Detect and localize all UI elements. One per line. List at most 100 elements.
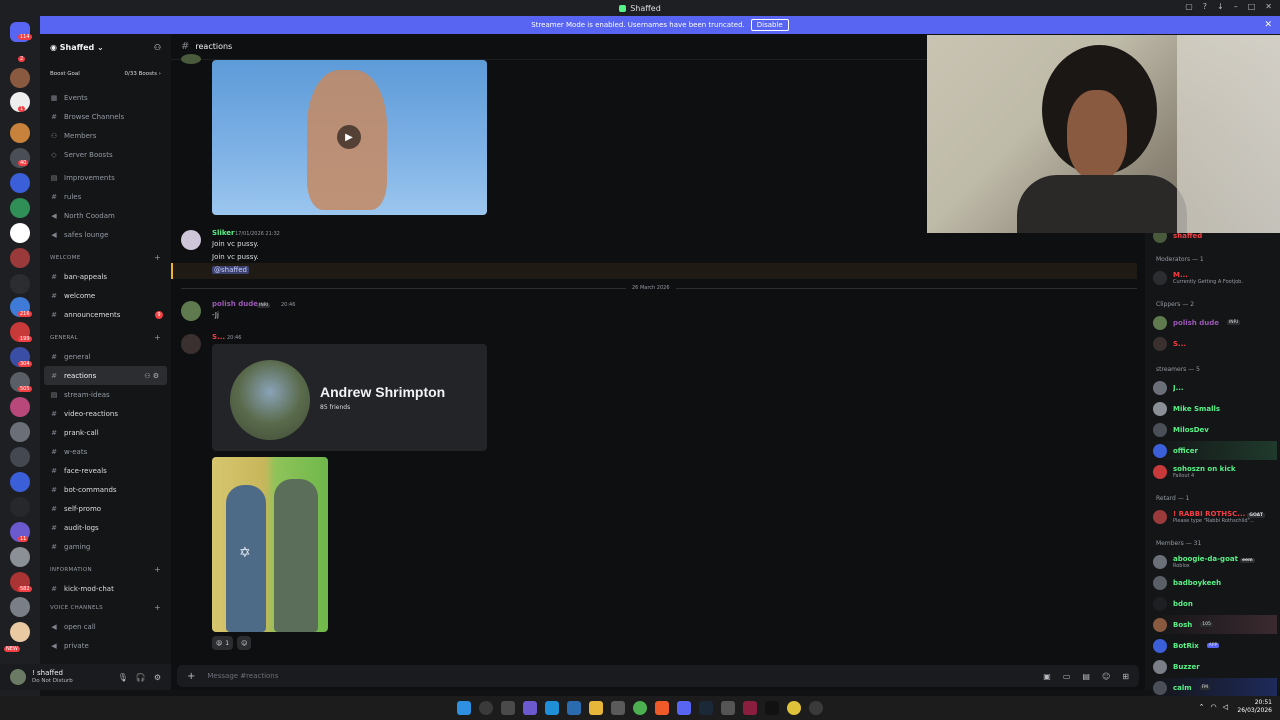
discord-icon[interactable] — [677, 701, 691, 715]
edge-icon[interactable] — [545, 701, 559, 715]
video-embed[interactable]: ▶ — [212, 60, 487, 215]
member-row[interactable]: BotRix APP — [1153, 636, 1277, 655]
message-author[interactable]: Sliker — [212, 229, 235, 237]
server-icon[interactable] — [10, 547, 30, 567]
nav-browse-channels[interactable]: # Browse Channels — [40, 107, 171, 126]
play-icon[interactable]: ▶ — [337, 125, 361, 149]
message-avatar[interactable] — [181, 54, 201, 64]
gift-icon[interactable]: ▣ — [1043, 672, 1051, 681]
member-row[interactable]: sohoszn on kick Fallout 4 — [1153, 462, 1277, 481]
member-row[interactable]: officer — [1153, 441, 1277, 460]
member-row[interactable]: S... — [1153, 334, 1277, 353]
member-row[interactable]: calm FM — [1153, 678, 1277, 697]
add-channel-icon[interactable]: + — [154, 253, 161, 262]
help-icon[interactable]: ? — [1203, 2, 1207, 11]
server-icon[interactable] — [10, 497, 30, 517]
channel-rules[interactable]: # rules — [40, 187, 171, 206]
server-icon[interactable] — [10, 68, 30, 88]
category-welcome[interactable]: WELCOME + — [40, 248, 171, 267]
obs-icon[interactable] — [809, 701, 823, 715]
channel-reactions[interactable]: # reactions ⚇ ⚙ — [44, 366, 167, 385]
server-icon[interactable] — [10, 622, 30, 642]
server-icon[interactable] — [10, 274, 30, 294]
disable-streamer-mode-button[interactable]: Disable — [750, 19, 789, 31]
clock[interactable]: 20:51 26/03/2026 — [1237, 699, 1272, 715]
add-channel-icon[interactable]: + — [154, 603, 161, 612]
apps-icon[interactable]: ⊞ — [1122, 672, 1129, 681]
server-icon[interactable] — [10, 173, 30, 193]
message-author[interactable]: S... — [212, 333, 225, 341]
member-row[interactable]: bdon — [1153, 594, 1277, 613]
chrome-icon[interactable] — [633, 701, 647, 715]
nav-events[interactable]: ▦ Events — [40, 88, 171, 107]
message-avatar[interactable] — [181, 301, 201, 321]
download-icon[interactable]: ↓ — [1217, 2, 1224, 11]
member-row[interactable]: aboogie-da-goat eem Roblox — [1153, 552, 1277, 571]
volume-icon[interactable]: ◁ — [1223, 703, 1228, 711]
channel-general[interactable]: # general — [40, 347, 171, 366]
app-icon[interactable] — [743, 701, 757, 715]
message-author[interactable]: polish dude — [212, 300, 258, 308]
profile-card[interactable]: Andrew Shrimpton 85 friends — [212, 344, 487, 451]
member-row[interactable]: badboykeeh — [1153, 573, 1277, 592]
member-row[interactable]: M... Currently Getting A Footjob. — [1153, 268, 1277, 287]
channel-kick-mod-chat[interactable]: # kick-mod-chat — [40, 579, 171, 598]
channel-face-reveals[interactable]: # face-reveals — [40, 461, 171, 480]
server-icon[interactable] — [10, 472, 30, 492]
member-row[interactable]: Bosh 105 — [1153, 615, 1277, 634]
channel-w-eats[interactable]: # w-eats — [40, 442, 171, 461]
user-mention[interactable]: @shaffed — [212, 266, 249, 274]
member-row[interactable]: J... — [1153, 378, 1277, 397]
channel-improvements[interactable]: ▤ Improvements — [40, 168, 171, 187]
boost-goal[interactable]: Boost Goal 0/33 Boosts › — [46, 66, 165, 82]
gear-icon[interactable]: ⚙ — [154, 673, 161, 682]
search-icon[interactable] — [479, 701, 493, 715]
server-icon[interactable] — [10, 447, 30, 467]
emoji-icon[interactable]: ☺ — [1102, 672, 1110, 681]
task-view-icon[interactable] — [501, 701, 515, 715]
maximize-button[interactable]: □ — [1248, 2, 1256, 11]
channel-welcome[interactable]: # welcome — [40, 286, 171, 305]
sticker-icon[interactable]: ▤ — [1082, 672, 1090, 681]
channel-ban-appeals[interactable]: # ban-appeals — [40, 267, 171, 286]
message-avatar[interactable] — [181, 334, 201, 354]
add-channel-icon[interactable]: + — [154, 565, 161, 574]
microphone-icon[interactable]: 🎙 — [118, 673, 128, 682]
chrome-icon[interactable] — [787, 701, 801, 715]
copilot-icon[interactable] — [523, 701, 537, 715]
channel-safes-lounge[interactable]: ◀ safes lounge — [40, 225, 171, 244]
channel-video-reactions[interactable]: # video-reactions — [40, 404, 171, 423]
steam-icon[interactable] — [699, 701, 713, 715]
category-general[interactable]: GENERAL + — [40, 328, 171, 347]
server-icon[interactable] — [10, 223, 30, 243]
category-voice-channels[interactable]: VOICE CHANNELS + — [40, 598, 171, 617]
channel-north-coodam[interactable]: ◀ North Coodam — [40, 206, 171, 225]
channel-private[interactable]: ◀ private — [40, 636, 171, 655]
nav-server-boosts[interactable]: ◇ Server Boosts — [40, 145, 171, 164]
channel-prank-call[interactable]: # prank-call — [40, 423, 171, 442]
add-user-icon[interactable]: ⚇ — [154, 43, 161, 52]
close-window-button[interactable]: ✕ — [1265, 2, 1272, 11]
server-icon[interactable] — [10, 198, 30, 218]
member-row[interactable]: Mike Smalls — [1153, 399, 1277, 418]
minimize-button[interactable]: – — [1234, 2, 1238, 11]
server-icon[interactable] — [10, 597, 30, 617]
close-banner-icon[interactable]: ✕ — [1264, 20, 1272, 30]
app-icon[interactable] — [721, 701, 735, 715]
brave-icon[interactable] — [655, 701, 669, 715]
channel-announcements[interactable]: # announcements 9 — [40, 305, 171, 324]
headphones-icon[interactable]: 🎧 — [136, 673, 146, 682]
file-explorer-icon[interactable] — [589, 701, 603, 715]
gif-icon[interactable]: ▭ — [1063, 672, 1071, 681]
reaction-pill[interactable]: 😫 1 — [212, 636, 234, 650]
windows-start-icon[interactable] — [457, 701, 471, 715]
channel-stream-ideas[interactable]: ▤ stream-ideas — [40, 385, 171, 404]
channel-audit-logs[interactable]: # audit-logs — [40, 518, 171, 537]
channel-gaming[interactable]: # gaming — [40, 537, 171, 556]
server-icon[interactable] — [10, 397, 30, 417]
add-channel-icon[interactable]: + — [154, 333, 161, 342]
member-row[interactable]: MilosDev — [1153, 420, 1277, 439]
inbox-icon[interactable]: ▢ — [1185, 2, 1193, 11]
network-icon[interactable]: ◠ — [1211, 703, 1217, 711]
channel-settings-icon[interactable]: ⚇ ⚙ — [144, 372, 159, 380]
